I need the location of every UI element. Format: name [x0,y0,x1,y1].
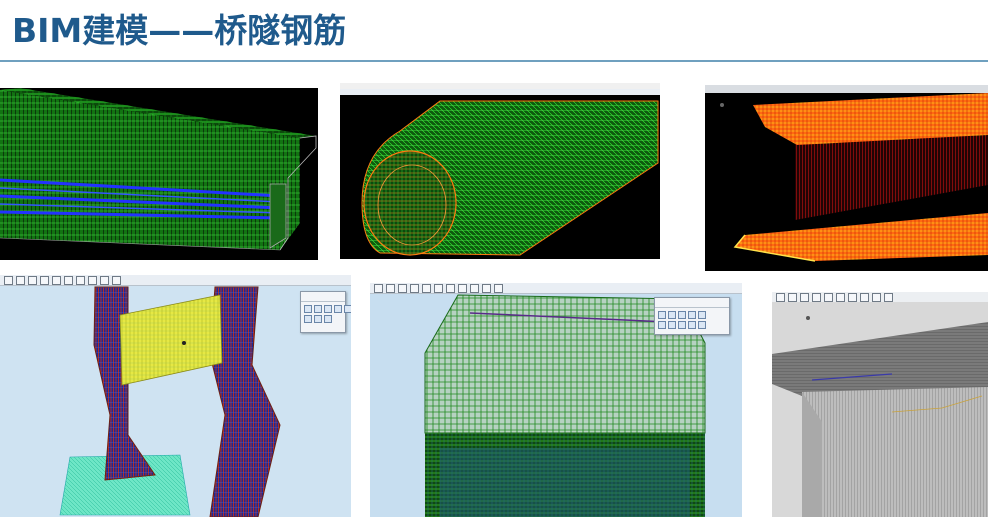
toolbox-buttons [301,302,351,326]
floating-toolbox-icon[interactable] [698,321,706,329]
floating-toolbox-icon[interactable] [334,305,342,313]
bridge-girder-rebar-image [0,88,318,260]
title-divider [0,60,988,62]
floating-toolbox-icon[interactable] [324,305,332,313]
bridge-deck-rebar-image [705,85,988,271]
floating-toolbox-icon[interactable] [324,315,332,323]
pier-column-rebar-image [0,275,351,517]
floating-toolbox[interactable] [654,297,730,335]
toolbox-titlebar [301,292,345,302]
page-title: BIM建模——桥隧钢筋 [12,11,347,50]
floating-toolbox-icon[interactable] [678,321,686,329]
floating-toolbox-icon[interactable] [668,321,676,329]
floating-toolbox-icon[interactable] [304,315,312,323]
deck-slab-rebar-image [772,292,988,517]
floating-toolbox-icon[interactable] [698,311,706,319]
floating-toolbox-icon[interactable] [314,315,322,323]
floating-toolbox-icon[interactable] [314,305,322,313]
tunnel-lining-rebar-image [340,83,660,259]
toolbox-buttons [655,308,729,332]
floating-toolbox-icon[interactable] [658,311,666,319]
floating-toolbox[interactable] [300,291,351,333]
floating-toolbox-icon[interactable] [688,311,696,319]
floating-toolbox-icon[interactable] [304,305,312,313]
floating-toolbox-icon[interactable] [688,321,696,329]
floating-toolbox-icon[interactable] [344,305,351,313]
floating-toolbox-icon[interactable] [668,311,676,319]
abutment-rebar-image [370,283,742,517]
floating-toolbox-icon[interactable] [658,321,666,329]
floating-toolbox-icon[interactable] [678,311,686,319]
toolbox-titlebar [655,298,729,308]
